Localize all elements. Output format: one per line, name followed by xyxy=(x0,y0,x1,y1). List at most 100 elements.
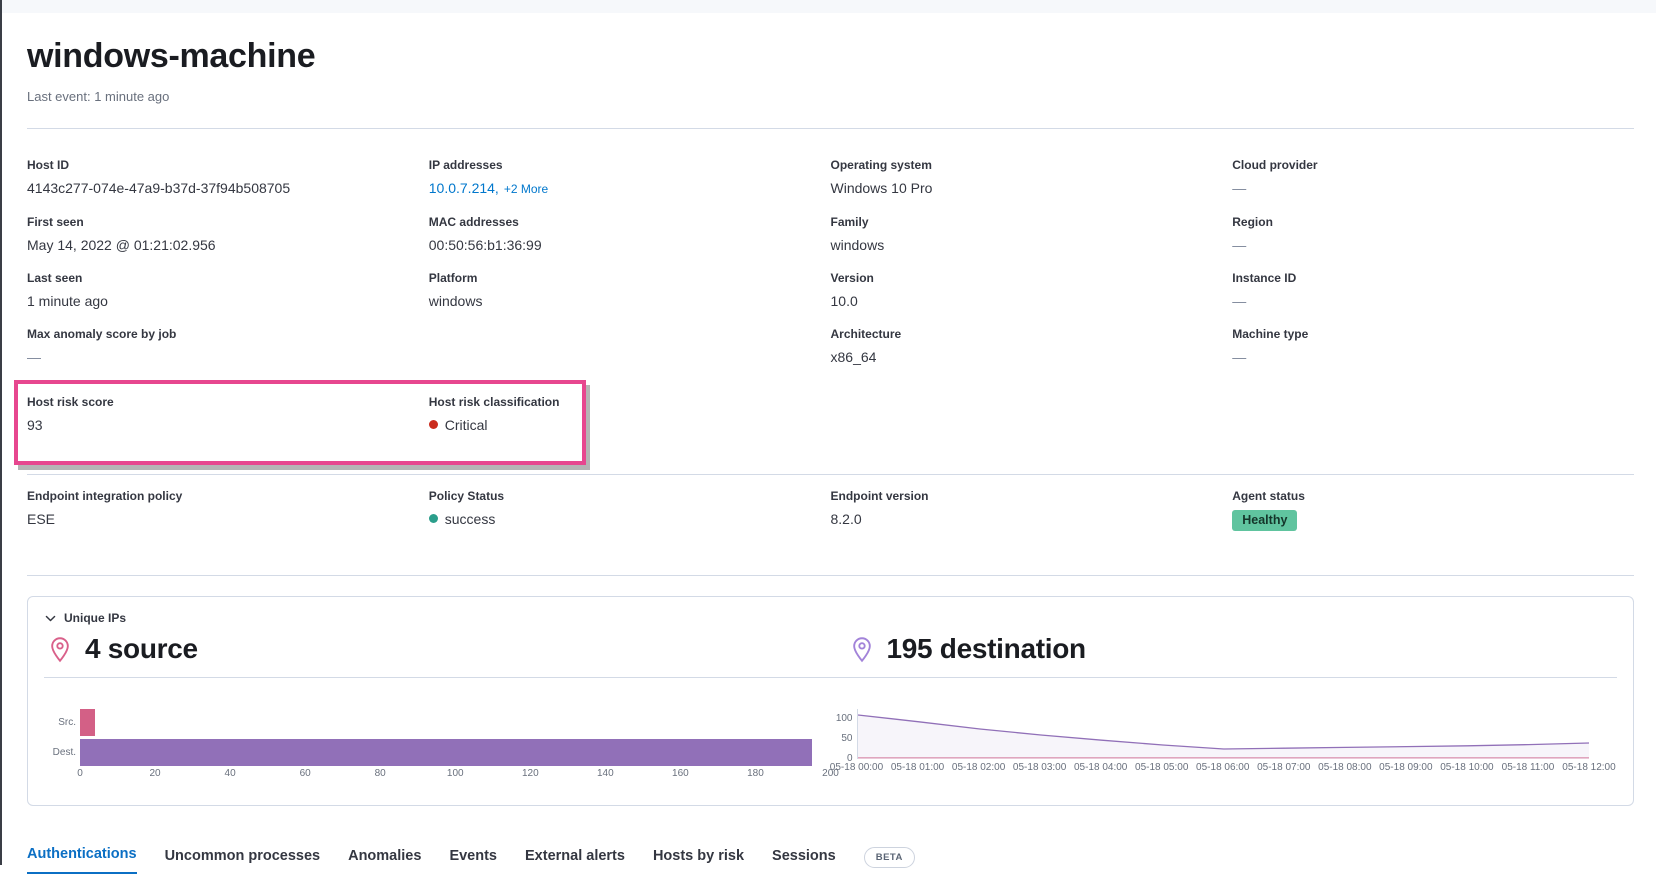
field-family: Family windows xyxy=(831,214,1233,256)
host-risk-score-value: 93 xyxy=(27,415,429,436)
bar-axis-tick: 100 xyxy=(447,768,464,779)
field-label: Policy Status xyxy=(429,488,831,504)
field-value: Windows 10 Pro xyxy=(831,178,1233,199)
field-value: — xyxy=(1232,178,1634,199)
ip-address-link[interactable]: 10.0.7.214, xyxy=(429,180,499,196)
unique-ips-panel: Unique IPs 4 source 195 destination Src. xyxy=(27,596,1634,806)
bar-label-src: Src. xyxy=(44,717,80,728)
field-label: First seen xyxy=(27,214,429,230)
field-label: Last seen xyxy=(27,270,429,286)
tab-anomalies[interactable]: Anomalies xyxy=(348,848,421,874)
destination-pin-icon xyxy=(851,636,873,663)
bar-axis-tick: 140 xyxy=(597,768,614,779)
field-version: Version 10.0 xyxy=(831,270,1233,312)
source-bar xyxy=(80,709,95,736)
line-x-tick: 05-18 03:00 xyxy=(1013,762,1066,773)
field-mac-addresses: MAC addresses 00:50:56:b1:36:99 xyxy=(429,214,831,256)
host-risk-section: Host risk score 93 Host risk classificat… xyxy=(27,394,1634,436)
bar-axis-tick: 40 xyxy=(225,768,236,779)
line-y-tick: 50 xyxy=(841,733,852,744)
field-ip-addresses: IP addresses 10.0.7.214,+2 More xyxy=(429,157,831,200)
field-label: Endpoint integration policy xyxy=(27,488,429,504)
field-policy-status: Policy Status success xyxy=(429,488,831,531)
bar-axis-tick: 160 xyxy=(672,768,689,779)
field-value: — xyxy=(1232,235,1634,256)
field-label: Instance ID xyxy=(1232,270,1634,286)
bar-axis-tick: 20 xyxy=(149,768,160,779)
line-x-tick: 05-18 01:00 xyxy=(891,762,944,773)
field-max-anomaly-score: Max anomaly score by job — xyxy=(27,326,429,368)
line-x-tick: 05-18 05:00 xyxy=(1135,762,1188,773)
tab-authentications[interactable]: Authentications xyxy=(27,846,137,874)
chevron-down-icon[interactable] xyxy=(44,612,57,625)
window-left-edge xyxy=(0,0,2,865)
field-value: 1 minute ago xyxy=(27,291,429,312)
field-value: 4143c277-074e-47a9-b37d-37f94b508705 xyxy=(27,178,429,199)
field-label: MAC addresses xyxy=(429,214,831,230)
unique-ips-bar-chart: Src. Dest. 020406080100120140160180200 xyxy=(44,709,831,782)
field-label: Architecture xyxy=(831,326,1233,342)
destination-bar xyxy=(80,739,812,766)
line-x-tick: 05-18 08:00 xyxy=(1318,762,1371,773)
bar-axis-tick: 80 xyxy=(375,768,386,779)
field-value: x86_64 xyxy=(831,347,1233,368)
line-y-tick: 100 xyxy=(836,713,853,724)
ip-more-link[interactable]: +2 More xyxy=(504,182,548,196)
bar-label-dest: Dest. xyxy=(44,747,80,758)
field-host-risk-score: Host risk score 93 xyxy=(27,394,429,436)
field-cloud-provider: Cloud provider — xyxy=(1232,157,1634,200)
endpoint-divider xyxy=(27,575,1634,576)
field-label: Operating system xyxy=(831,157,1233,173)
field-region: Region — xyxy=(1232,214,1634,256)
top-strip xyxy=(0,0,1656,13)
tab-external-alerts[interactable]: External alerts xyxy=(525,848,625,874)
field-value: 8.2.0 xyxy=(831,509,1233,530)
field-instance-id: Instance ID — xyxy=(1232,270,1634,312)
host-overview-grid: Host ID 4143c277-074e-47a9-b37d-37f94b50… xyxy=(27,129,1634,382)
field-value: ESE xyxy=(27,509,429,530)
field-value: — xyxy=(27,347,429,368)
line-x-tick: 05-18 11:00 xyxy=(1502,762,1555,773)
bar-axis-tick: 60 xyxy=(300,768,311,779)
line-chart-y-axis: 050100 xyxy=(831,709,857,759)
tab-sessions[interactable]: Sessions xyxy=(772,848,836,874)
field-value: windows xyxy=(429,291,831,312)
field-first-seen: First seen May 14, 2022 @ 01:21:02.956 xyxy=(27,214,429,256)
host-details-page: windows-machine Last event: 1 minute ago… xyxy=(27,38,1634,874)
field-host-id: Host ID 4143c277-074e-47a9-b37d-37f94b50… xyxy=(27,157,429,200)
field-agent-status: Agent status Healthy xyxy=(1232,488,1634,531)
field-endpoint-policy: Endpoint integration policy ESE xyxy=(27,488,429,531)
field-machine-type: Machine type — xyxy=(1232,326,1634,368)
field-operating-system: Operating system Windows 10 Pro xyxy=(831,157,1233,200)
field-label: Agent status xyxy=(1232,488,1634,504)
field-label: Host risk score xyxy=(27,394,429,410)
endpoint-overview-grid: Endpoint integration policy ESE Policy S… xyxy=(27,475,1634,531)
field-label: Host risk classification xyxy=(429,394,831,410)
field-value: — xyxy=(1232,347,1634,368)
tab-hosts-by-risk[interactable]: Hosts by risk xyxy=(653,848,744,874)
tab-uncommon-processes[interactable]: Uncommon processes xyxy=(165,848,321,874)
field-label: Machine type xyxy=(1232,326,1634,342)
risk-classification-value: Critical xyxy=(445,417,488,433)
healthy-status-badge: Healthy xyxy=(1232,510,1297,531)
tab-events[interactable]: Events xyxy=(449,848,497,874)
field-label: Cloud provider xyxy=(1232,157,1634,173)
host-detail-tabs: Authentications Uncommon processes Anoma… xyxy=(27,846,1634,874)
field-label: Endpoint version xyxy=(831,488,1233,504)
line-x-tick: 05-18 07:00 xyxy=(1257,762,1310,773)
field-label: Version xyxy=(831,270,1233,286)
success-status-dot-icon xyxy=(429,514,438,523)
field-label: Platform xyxy=(429,270,831,286)
panel-divider xyxy=(44,677,1617,678)
field-value: 00:50:56:b1:36:99 xyxy=(429,235,831,256)
line-x-tick: 05-18 00:00 xyxy=(830,762,883,773)
line-x-tick: 05-18 04:00 xyxy=(1074,762,1127,773)
unique-ips-section-label: Unique IPs xyxy=(64,611,126,625)
line-chart-plot-area xyxy=(857,709,1590,759)
line-x-tick: 05-18 02:00 xyxy=(952,762,1005,773)
line-x-tick: 05-18 12:00 xyxy=(1562,762,1615,773)
field-architecture: Architecture x86_64 xyxy=(831,326,1233,368)
field-label: Family xyxy=(831,214,1233,230)
bar-axis-tick: 0 xyxy=(77,768,83,779)
source-ips-stat: 4 source xyxy=(85,633,198,665)
